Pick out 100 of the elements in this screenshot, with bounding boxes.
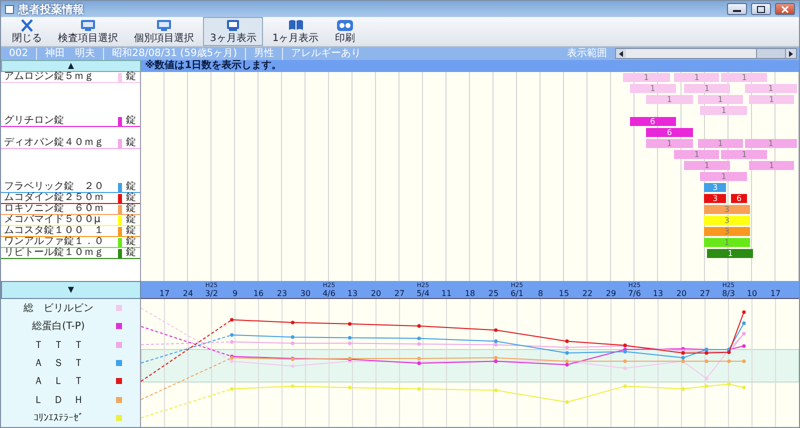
date-label: 20 bbox=[676, 289, 687, 298]
toolbar-button[interactable]: 3ヶ月表示 bbox=[203, 17, 264, 46]
notice-bar: ※数値は1日数を表示します。 bbox=[141, 60, 799, 72]
dose-bar[interactable]: 1 bbox=[744, 139, 797, 148]
toolbar-button[interactable]: 個別項目選択 bbox=[127, 17, 201, 46]
lab-name: ｺﾘﾝｴｽﾃﾗｰｾﾞ bbox=[32, 412, 84, 424]
drug-name: ロキソニン錠 ６０ｍ bbox=[4, 204, 105, 214]
date-label: 27 bbox=[394, 289, 405, 298]
date-label: 3/2 bbox=[205, 289, 218, 298]
unit-label: 錠 bbox=[126, 193, 136, 203]
close-icon bbox=[781, 6, 789, 12]
unit-label: 錠 bbox=[126, 182, 136, 192]
close-button[interactable] bbox=[775, 3, 795, 15]
date-label: 11 bbox=[441, 289, 452, 298]
dose-bar[interactable]: 1 bbox=[721, 150, 768, 159]
dose-bar[interactable]: 1 bbox=[646, 139, 693, 148]
dose-bar[interactable]: 1 bbox=[700, 106, 748, 115]
toolbar-button[interactable]: 検査項目選択 bbox=[51, 17, 125, 46]
dose-bar[interactable]: 1 bbox=[646, 95, 693, 104]
window-title: 患者投薬情報 bbox=[18, 2, 85, 16]
date-label: 15 bbox=[558, 289, 570, 298]
date-label: 25 bbox=[488, 289, 499, 298]
drug-name: ムコスタ錠１００ １ bbox=[4, 226, 105, 236]
close-icon bbox=[18, 19, 36, 32]
maximize-button[interactable] bbox=[751, 3, 771, 15]
date-label: 8 bbox=[538, 289, 544, 298]
date-label: 4/6 bbox=[322, 289, 336, 298]
lab-name: Ａ Ｓ Ｔ bbox=[32, 356, 84, 370]
dose-bar[interactable]: 1 bbox=[704, 238, 750, 247]
dose-bar[interactable]: 1 bbox=[744, 84, 797, 93]
date-label: 13 bbox=[652, 289, 664, 298]
dose-bar[interactable]: 1 bbox=[748, 161, 794, 170]
unit-label: 錠 bbox=[126, 138, 136, 148]
unit-label: 錠 bbox=[126, 215, 136, 225]
drug-name: ワンアルファ錠１．０ bbox=[4, 237, 105, 247]
date-label: 22 bbox=[582, 289, 593, 298]
toolbar-button[interactable]: 閉じる bbox=[5, 17, 49, 46]
lab-name: Ｌ Ｄ Ｈ bbox=[32, 394, 84, 407]
date-label: 7/6 bbox=[628, 289, 641, 298]
drug-name: リピトール錠１０ｍｇ bbox=[4, 248, 105, 258]
unit-label: 錠 bbox=[126, 248, 136, 258]
window-icon bbox=[5, 4, 14, 14]
minimize-button[interactable] bbox=[727, 3, 747, 15]
dose-bar[interactable]: 1 bbox=[622, 73, 670, 82]
dose-bar[interactable]: 1 bbox=[748, 95, 794, 104]
dose-bar[interactable]: 1 bbox=[698, 139, 743, 148]
date-label: 16 bbox=[253, 289, 264, 298]
toolbar-button[interactable]: 1ヶ月表示 bbox=[265, 17, 326, 46]
dose-bar[interactable]: 1 bbox=[684, 84, 730, 93]
drug-name: メコバマイド５００μ bbox=[4, 215, 102, 225]
date-label: 24 bbox=[182, 289, 194, 298]
drug-name: フラベリック錠 ２０ bbox=[4, 182, 105, 192]
lab-name: Ｔ Ｔ Ｔ bbox=[32, 338, 84, 352]
unit-label: 錠 bbox=[126, 72, 136, 82]
dose-bar[interactable]: 3 bbox=[704, 183, 726, 192]
dose-bar[interactable]: 1 bbox=[721, 73, 768, 82]
dose-bar[interactable]: 1 bbox=[630, 84, 676, 93]
date-label: 30 bbox=[300, 289, 311, 298]
dose-bar[interactable]: 3 bbox=[704, 227, 750, 236]
date-label: 9 bbox=[232, 289, 238, 298]
date-label: 18 bbox=[464, 289, 476, 298]
dose-bar[interactable]: 3 bbox=[704, 216, 750, 225]
range-label: 表示範囲 bbox=[566, 48, 608, 60]
monitor-icon bbox=[155, 19, 173, 32]
date-label: 20 bbox=[370, 289, 382, 298]
unit-label: 錠 bbox=[126, 237, 136, 247]
dose-bar[interactable]: 1 bbox=[674, 73, 720, 82]
drug-name: ディオバン錠４０ｍｇ bbox=[4, 138, 105, 148]
dose-bar[interactable]: 3 bbox=[704, 205, 750, 214]
unit-label: 錠 bbox=[126, 226, 136, 236]
scroll-down-button[interactable]: ▼ bbox=[1, 281, 141, 299]
date-label: 29 bbox=[606, 289, 616, 298]
dose-bar[interactable]: 1 bbox=[700, 172, 748, 181]
date-label: 8/3 bbox=[722, 289, 735, 298]
lab-name: 総 ビリルビン bbox=[22, 302, 94, 316]
scroll-up-button[interactable]: ▲ bbox=[1, 60, 141, 72]
unit-label: 錠 bbox=[126, 204, 136, 214]
date-label: 6/1 bbox=[510, 289, 524, 298]
date-label: 17 bbox=[770, 289, 781, 298]
patient-info: 002 bbox=[8, 48, 30, 60]
lab-name: 総蛋白(T-P) bbox=[31, 320, 86, 334]
dose-bar[interactable]: 1 bbox=[707, 249, 754, 258]
date-label: 17 bbox=[159, 289, 170, 298]
dose-bar[interactable]: 1 bbox=[698, 95, 743, 104]
toolbar-button[interactable]: 印刷 bbox=[328, 17, 362, 46]
dose-bar[interactable]: 3 bbox=[704, 194, 726, 203]
dose-bar[interactable]: 1 bbox=[684, 161, 730, 170]
dose-bar[interactable]: 6 bbox=[730, 194, 748, 203]
date-label: 27 bbox=[700, 289, 710, 298]
book-icon bbox=[286, 19, 305, 32]
drug-name: ムコダイン錠２５０ｍ bbox=[4, 193, 105, 203]
dose-bar[interactable]: 6 bbox=[646, 128, 693, 137]
date-label: 23 bbox=[276, 289, 288, 298]
date-label: 10 bbox=[746, 289, 758, 298]
maximize-icon bbox=[757, 6, 765, 12]
monitor-icon bbox=[79, 19, 97, 32]
horizontal-scrollbar[interactable] bbox=[615, 48, 797, 59]
dose-bar[interactable]: 1 bbox=[674, 150, 720, 159]
dose-bar[interactable]: 6 bbox=[630, 117, 676, 126]
unit-label: 錠 bbox=[126, 116, 136, 126]
